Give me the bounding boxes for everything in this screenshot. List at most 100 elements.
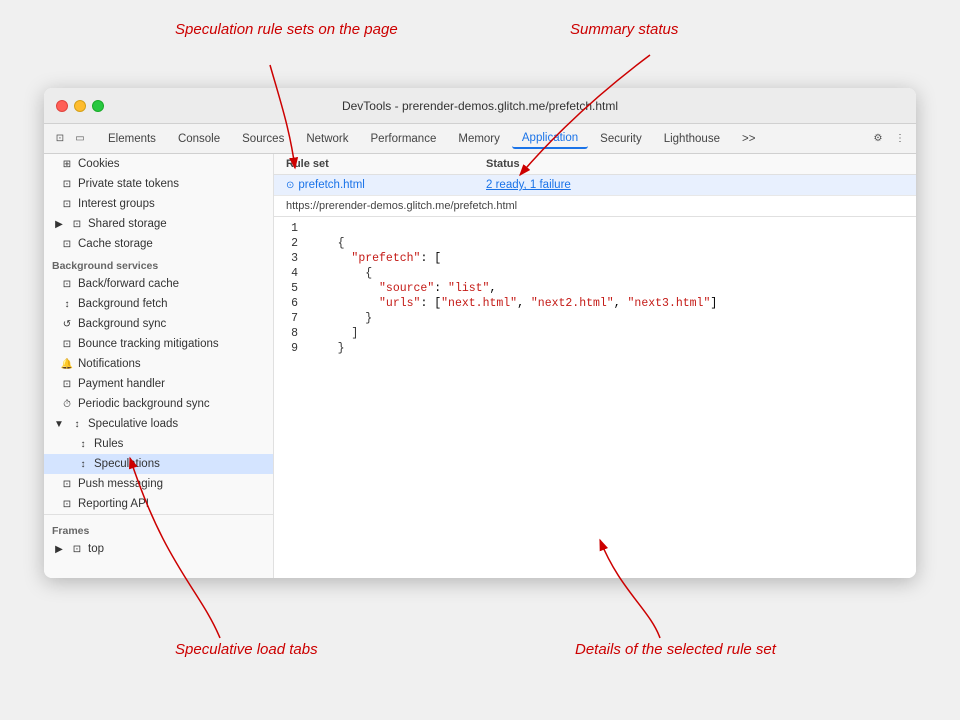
code-line-7: 7 }: [274, 311, 916, 326]
sidebar-item-bg-sync[interactable]: ↺ Background sync: [44, 314, 273, 334]
line-num-4: 4: [274, 267, 310, 280]
main-content: ⊞ Cookies ⊡ Private state tokens ⊡ Inter…: [44, 154, 916, 578]
ruleset-icon: ⊙: [286, 180, 294, 191]
minimize-button[interactable]: [74, 100, 86, 112]
browser-window: DevTools - prerender-demos.glitch.me/pre…: [44, 88, 916, 578]
right-panel: Rule set Status ⊙ prefetch.html 2 ready,…: [274, 154, 916, 578]
sidebar-label-speculations: Speculations: [94, 458, 160, 470]
inspect-icon[interactable]: ⊡: [52, 131, 68, 147]
tab-security[interactable]: Security: [590, 130, 652, 148]
code-line-5: 5 "source": "list",: [274, 281, 916, 296]
line-content-3: "prefetch": [: [310, 252, 916, 265]
ruleset-link[interactable]: ⊙ prefetch.html: [286, 179, 486, 191]
notifications-icon: 🔔: [60, 357, 74, 371]
expand-icon: ▶: [52, 217, 66, 231]
tab-application[interactable]: Application: [512, 129, 588, 149]
line-content-4: {: [310, 267, 916, 280]
back-forward-icon: ⊡: [60, 277, 74, 291]
code-line-2: 2 {: [274, 236, 916, 251]
tab-elements[interactable]: Elements: [98, 130, 166, 148]
sidebar-label-bg-fetch: Background fetch: [78, 298, 168, 310]
device-icon[interactable]: ▭: [72, 131, 88, 147]
speculative-icon: ↕: [70, 417, 84, 431]
code-line-8: 8 ]: [274, 326, 916, 341]
sidebar-item-speculations[interactable]: ↕ Speculations: [44, 454, 273, 474]
sidebar-item-frames-top[interactable]: ▶ ⊡ top: [44, 539, 273, 559]
maximize-button[interactable]: [92, 100, 104, 112]
code-line-1: 1: [274, 221, 916, 236]
sidebar-item-reporting-api[interactable]: ⊡ Reporting API: [44, 494, 273, 514]
tab-performance[interactable]: Performance: [361, 130, 447, 148]
tab-console[interactable]: Console: [168, 130, 230, 148]
tab-memory[interactable]: Memory: [448, 130, 510, 148]
more-options-icon[interactable]: ⋮: [892, 131, 908, 147]
sidebar-label-cookies: Cookies: [78, 158, 120, 170]
line-num-6: 6: [274, 297, 310, 310]
sidebar-item-back-forward[interactable]: ⊡ Back/forward cache: [44, 274, 273, 294]
sidebar-item-payment[interactable]: ⊡ Payment handler: [44, 374, 273, 394]
sidebar-item-cache-storage[interactable]: ⊡ Cache storage: [44, 234, 273, 254]
line-content-1: [310, 222, 916, 235]
line-content-5: "source": "list",: [310, 282, 916, 295]
rules-icon: ↕: [76, 437, 90, 451]
line-num-1: 1: [274, 222, 310, 235]
cache-icon: ⊡: [60, 237, 74, 251]
url-bar: https://prerender-demos.glitch.me/prefet…: [274, 196, 916, 217]
bounce-icon: ⊡: [60, 337, 74, 351]
line-content-9: }: [310, 342, 916, 355]
col-header-ruleset: Rule set: [286, 158, 486, 170]
sidebar-item-rules[interactable]: ↕ Rules: [44, 434, 273, 454]
sidebar-item-shared-storage[interactable]: ▶ ⊡ Shared storage: [44, 214, 273, 234]
sidebar-label-notifications: Notifications: [78, 358, 141, 370]
speculations-icon: ↕: [76, 457, 90, 471]
tab-network[interactable]: Network: [296, 130, 358, 148]
periodic-sync-icon: ⏱: [60, 397, 74, 411]
rule-table-row[interactable]: ⊙ prefetch.html 2 ready, 1 failure: [274, 175, 916, 196]
sidebar-item-bounce-tracking[interactable]: ⊡ Bounce tracking mitigations: [44, 334, 273, 354]
ruleset-filename: prefetch.html: [298, 179, 364, 191]
sidebar-label-payment: Payment handler: [78, 378, 165, 390]
close-button[interactable]: [56, 100, 68, 112]
sidebar-label-speculative: Speculative loads: [88, 418, 178, 430]
bg-fetch-icon: ↕: [60, 297, 74, 311]
line-num-9: 9: [274, 342, 310, 355]
line-num-5: 5: [274, 282, 310, 295]
line-content-6: "urls": ["next.html", "next2.html", "nex…: [310, 297, 916, 310]
traffic-lights: [56, 100, 104, 112]
sidebar-item-private-state[interactable]: ⊡ Private state tokens: [44, 174, 273, 194]
tab-bar: ⊡ ▭ Elements Console Sources Network Per…: [44, 124, 916, 154]
frames-icon: ⊡: [70, 542, 84, 556]
sidebar-label-interest: Interest groups: [78, 198, 155, 210]
sidebar-label-periodic-sync: Periodic background sync: [78, 398, 210, 410]
tab-more[interactable]: >>: [732, 130, 765, 148]
sidebar-item-interest-groups[interactable]: ⊡ Interest groups: [44, 194, 273, 214]
sidebar-label-private-state: Private state tokens: [78, 178, 179, 190]
line-num-3: 3: [274, 252, 310, 265]
line-num-7: 7: [274, 312, 310, 325]
code-line-3: 3 "prefetch": [: [274, 251, 916, 266]
sidebar-item-bg-fetch[interactable]: ↕ Background fetch: [44, 294, 273, 314]
annotation-details-selected: Details of the selected rule set: [575, 640, 776, 660]
cookie-icon: ⊞: [60, 157, 74, 171]
reporting-icon: ⊡: [60, 497, 74, 511]
annotation-speculative-load-tabs: Speculative load tabs: [175, 640, 318, 660]
sidebar-label-push: Push messaging: [78, 478, 163, 490]
sidebar-item-notifications[interactable]: 🔔 Notifications: [44, 354, 273, 374]
tab-sources[interactable]: Sources: [232, 130, 294, 148]
sidebar-item-speculative-loads[interactable]: ▼ ↕ Speculative loads: [44, 414, 273, 434]
line-content-2: {: [310, 237, 916, 250]
col-header-status: Status: [486, 158, 904, 170]
sidebar-item-push-messaging[interactable]: ⊡ Push messaging: [44, 474, 273, 494]
frames-expand-icon: ▶: [52, 542, 66, 556]
collapse-icon: ▼: [52, 417, 66, 431]
sidebar-item-cookies[interactable]: ⊞ Cookies: [44, 154, 273, 174]
sidebar-item-periodic-sync[interactable]: ⏱ Periodic background sync: [44, 394, 273, 414]
settings-icon[interactable]: ⚙: [870, 131, 886, 147]
sidebar-label-back-forward: Back/forward cache: [78, 278, 179, 290]
payment-icon: ⊡: [60, 377, 74, 391]
rule-table-header: Rule set Status: [274, 154, 916, 175]
status-badge[interactable]: 2 ready, 1 failure: [486, 179, 904, 191]
sidebar-label-top: top: [88, 543, 104, 555]
code-line-6: 6 "urls": ["next.html", "next2.html", "n…: [274, 296, 916, 311]
tab-lighthouse[interactable]: Lighthouse: [654, 130, 730, 148]
